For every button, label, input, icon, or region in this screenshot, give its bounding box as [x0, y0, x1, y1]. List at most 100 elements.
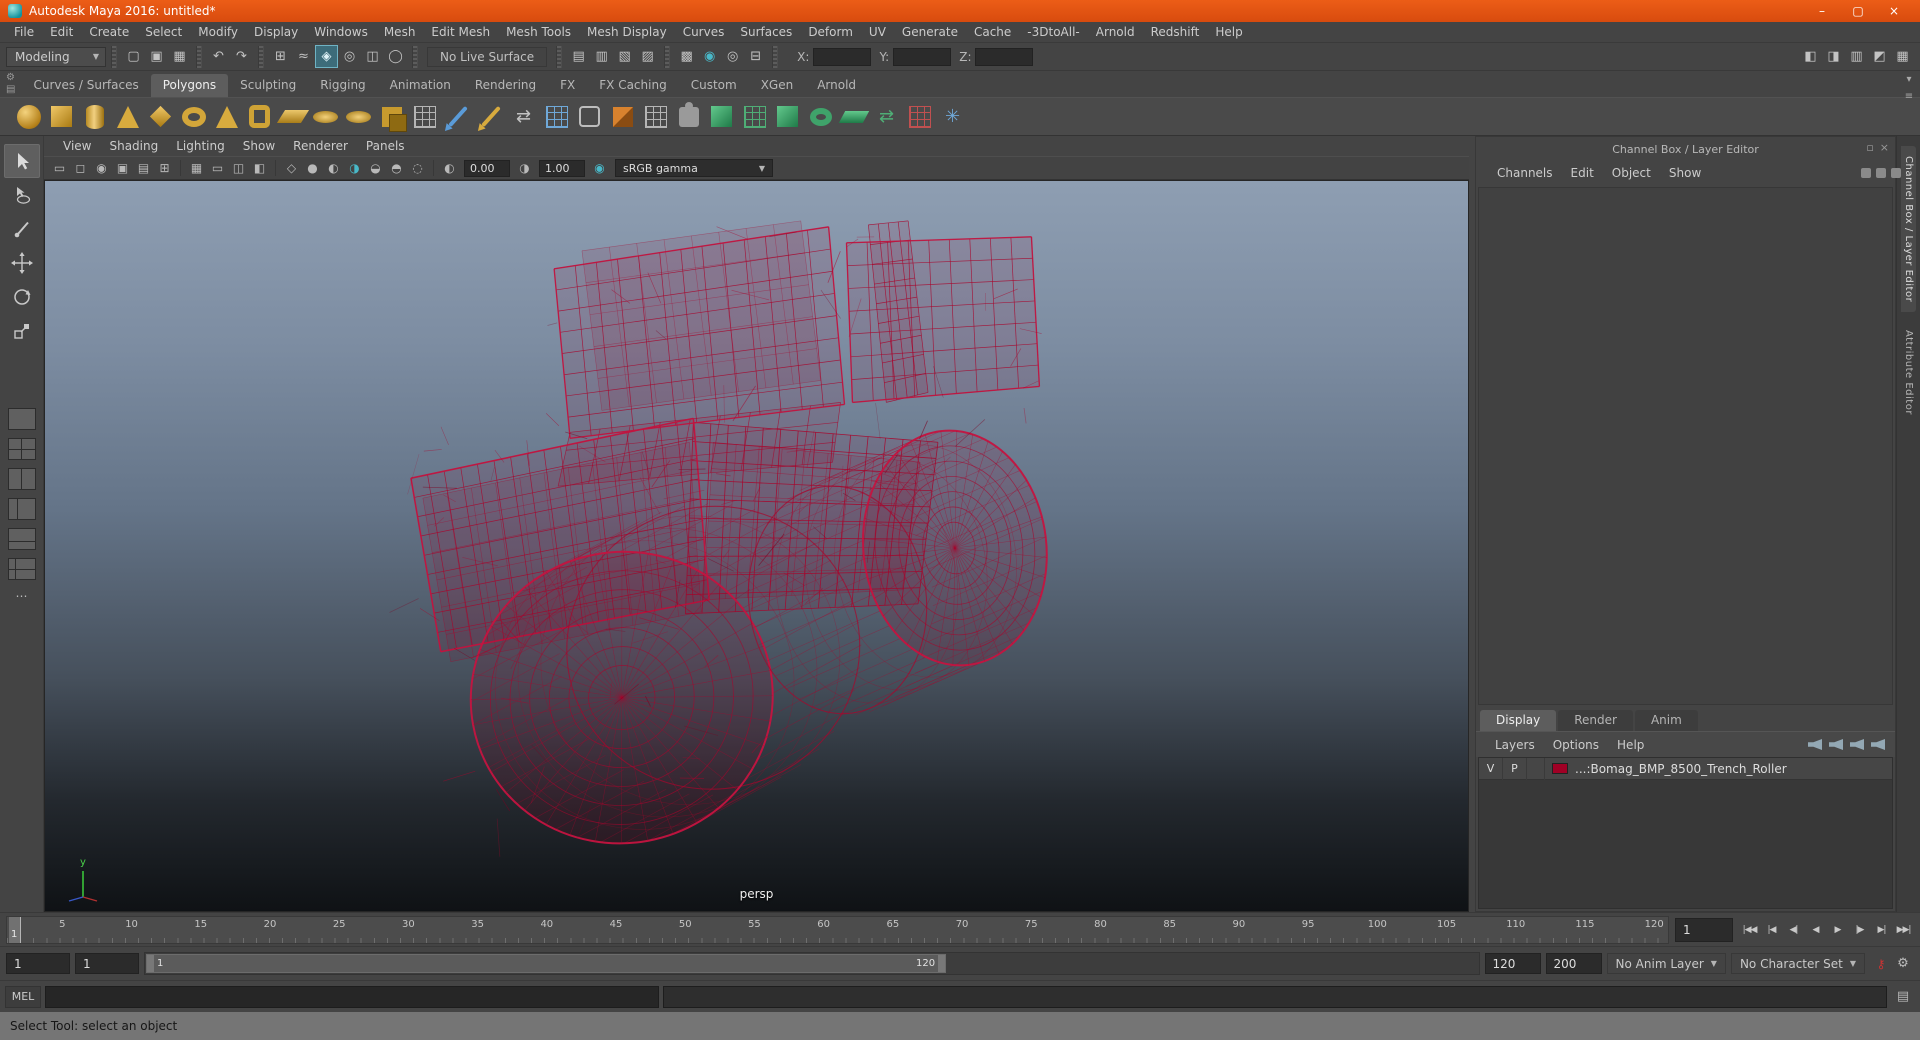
grid-toggle-icon[interactable]: ▦ [187, 159, 206, 178]
make-live-icon[interactable]: ◯ [384, 45, 407, 68]
gamma-icon[interactable]: ◑ [515, 159, 534, 178]
menu-edit-mesh[interactable]: Edit Mesh [423, 23, 498, 41]
script-editor-icon[interactable]: ▤ [1891, 986, 1915, 1008]
menu-curves[interactable]: Curves [675, 23, 733, 41]
current-frame-field[interactable]: 1 [1675, 917, 1733, 942]
poly-cube-icon[interactable] [45, 100, 78, 134]
range-slider-track[interactable]: 1 120 [144, 952, 1480, 975]
snap-to-curves-icon[interactable]: ≈ [292, 45, 315, 68]
gate-mask-icon[interactable]: ◧ [250, 159, 269, 178]
channel-box-menu-show[interactable]: Show [1660, 166, 1710, 180]
panel-menu-shading[interactable]: Shading [100, 139, 167, 153]
menu-modify[interactable]: Modify [190, 23, 246, 41]
redo-icon[interactable]: ↷ [230, 45, 253, 68]
menuset-dropdown[interactable]: Modeling ▼ [6, 46, 106, 67]
layer-playback-toggle[interactable]: P [1503, 757, 1527, 780]
panel-menu-lighting[interactable]: Lighting [167, 139, 234, 153]
menu-display[interactable]: Display [246, 23, 306, 41]
animation-start-field[interactable]: 1 [6, 953, 70, 974]
ipr-render-icon[interactable]: ◎ [721, 45, 744, 68]
layer-list[interactable]: V P ...:Bomag_BMP_8500_Trench_Roller [1478, 757, 1893, 909]
animation-preferences-icon[interactable]: ⚙ [1892, 953, 1914, 975]
multi-cut-icon[interactable] [441, 100, 474, 134]
menu-3dtoall[interactable]: -3DtoAll- [1019, 23, 1087, 41]
highlight-selection-icon[interactable]: ▨ [636, 45, 659, 68]
layer-color-swatch[interactable] [1552, 763, 1568, 774]
shelf-tab-rendering[interactable]: Rendering [463, 74, 548, 97]
viewport-3d[interactable]: y persp [44, 180, 1469, 912]
use-all-lights-icon[interactable]: ◑ [345, 159, 364, 178]
render-settings-icon[interactable]: ⊟ [744, 45, 767, 68]
textured-mode-icon[interactable]: ◐ [324, 159, 343, 178]
show-channel-box-icon[interactable]: ▦ [1891, 45, 1914, 68]
menu-windows[interactable]: Windows [306, 23, 376, 41]
menu-mesh-display[interactable]: Mesh Display [579, 23, 675, 41]
channel-box-empty-area[interactable] [1478, 187, 1893, 705]
panel-menu-view[interactable]: View [54, 139, 100, 153]
extrude-icon[interactable] [771, 100, 804, 134]
x-input[interactable] [813, 47, 872, 66]
camera-attributes-icon[interactable]: ◉ [92, 159, 111, 178]
pane-bottom-layout[interactable] [7, 528, 36, 550]
two-pane-side-layout[interactable] [7, 468, 36, 490]
menu-cache[interactable]: Cache [966, 23, 1019, 41]
scale-tool[interactable] [4, 314, 40, 348]
range-start-handle[interactable] [147, 955, 154, 972]
bevel-icon[interactable] [705, 100, 738, 134]
step-forward-key-button[interactable]: ▶| [1871, 918, 1892, 942]
shelf-tab-animation[interactable]: Animation [378, 74, 463, 97]
shadows-icon[interactable]: ◒ [366, 159, 385, 178]
range-slider-bar[interactable]: 1 120 [146, 954, 947, 973]
shelf-tab-custom[interactable]: Custom [679, 74, 749, 97]
poly-torus-icon[interactable] [177, 100, 210, 134]
select-tool[interactable] [3, 144, 40, 178]
create-empty-layer-icon[interactable] [1850, 739, 1864, 750]
live-surface-indicator[interactable]: No Live Surface [427, 46, 548, 67]
menu-file[interactable]: File [6, 23, 42, 41]
exposure-field[interactable]: 0.00 [464, 159, 510, 177]
snap-to-projected-center-icon[interactable]: ◎ [338, 45, 361, 68]
resolution-gate-icon[interactable]: ◫ [229, 159, 248, 178]
four-pane-layout[interactable] [7, 438, 36, 460]
layer-visibility-toggle[interactable]: V [1479, 757, 1503, 780]
layer-row[interactable]: V P ...:Bomag_BMP_8500_Trench_Roller [1479, 757, 1892, 780]
single-pane-layout[interactable] [7, 408, 36, 430]
layer-menu-help[interactable]: Help [1608, 738, 1653, 752]
move-layer-up-icon[interactable] [1808, 739, 1822, 750]
shelf-tab-polygons[interactable]: Polygons [150, 74, 229, 97]
poly-pyramid-icon[interactable] [210, 100, 243, 134]
assign-material-icon[interactable] [672, 100, 705, 134]
menu-edit[interactable]: Edit [42, 23, 81, 41]
shelf-menu-icon[interactable]: ▾ [1906, 74, 1911, 85]
shelf-tab-rigging[interactable]: Rigging [308, 74, 377, 97]
shelf-tab-curves-surfaces[interactable]: Curves / Surfaces [21, 74, 150, 97]
undo-icon[interactable]: ↶ [207, 45, 230, 68]
auto-keyframe-icon[interactable]: ⚷ [1870, 953, 1892, 975]
layer-menu-options[interactable]: Options [1544, 738, 1608, 752]
mesh-combine-icon[interactable] [375, 100, 408, 134]
target-weld-icon[interactable]: ⇄ [507, 100, 540, 134]
show-attribute-editor-icon[interactable]: ▥ [1845, 45, 1868, 68]
z-input[interactable] [975, 47, 1034, 66]
poly-platonic-icon[interactable] [144, 100, 177, 134]
image-plane-icon[interactable]: ▤ [134, 159, 153, 178]
go-to-start-button[interactable]: |◀◀ [1739, 918, 1760, 942]
poly-gear-icon[interactable] [342, 100, 375, 134]
shelf-tab-arnold[interactable]: Arnold [805, 74, 868, 97]
film-gate-icon[interactable]: ▭ [208, 159, 227, 178]
list-input-operations-icon[interactable]: ▤ [567, 45, 590, 68]
go-to-end-button[interactable]: ▶▶| [1893, 918, 1914, 942]
spin-edge-icon[interactable]: ⇄ [870, 100, 903, 134]
poly-plane-icon[interactable] [276, 100, 309, 134]
new-scene-icon[interactable]: ▢ [122, 45, 145, 68]
bridge-icon[interactable] [738, 100, 771, 134]
layer-display-type-box[interactable] [1527, 757, 1545, 780]
lock-camera-icon[interactable]: ◻ [71, 159, 90, 178]
crease-tool-icon[interactable] [474, 100, 507, 134]
save-scene-icon[interactable]: ▦ [168, 45, 191, 68]
time-slider[interactable]: 1 5 10 15 20 25 30 35 40 45 50 55 60 65 70 75 80 85 90 95 1… [6, 915, 1669, 944]
open-render-view-icon[interactable]: ▩ [675, 45, 698, 68]
occlusion-icon[interactable]: ◓ [387, 159, 406, 178]
layer-menu-layers[interactable]: Layers [1486, 738, 1544, 752]
snap-to-grids-icon[interactable]: ⊞ [269, 45, 292, 68]
